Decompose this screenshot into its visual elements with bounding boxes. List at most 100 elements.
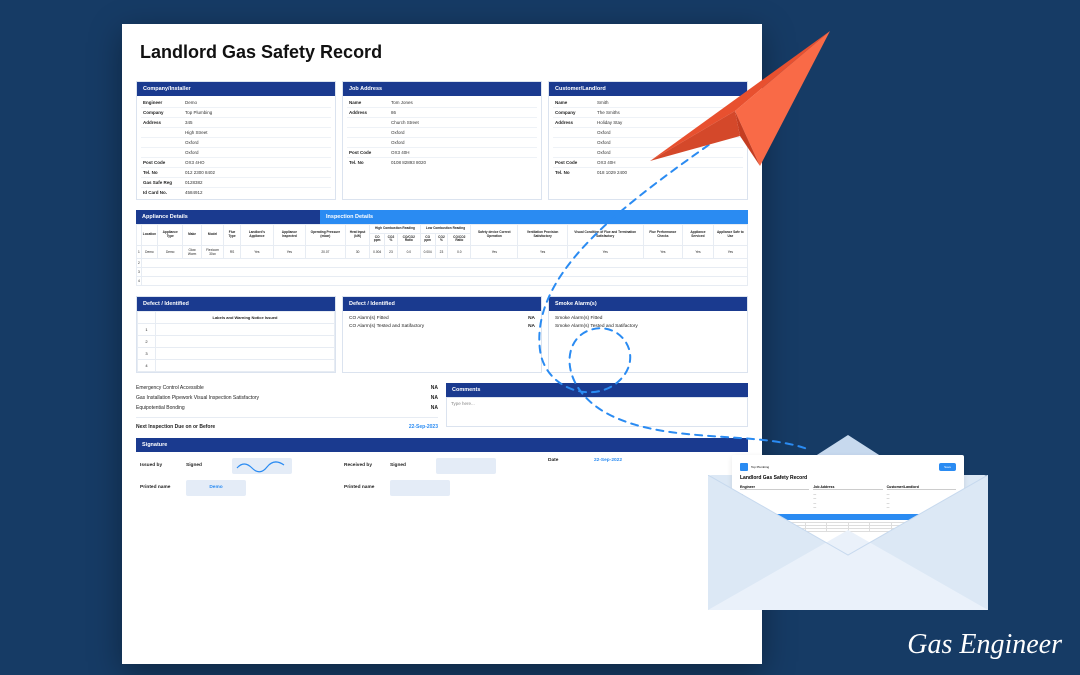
td: Yes <box>240 245 273 258</box>
signed-label: Signed <box>186 463 226 468</box>
th: Appliance Type <box>158 225 183 246</box>
defect-header: Defect / Identified <box>137 297 335 311</box>
value: The Smiths <box>597 110 620 115</box>
label: Post Code <box>349 150 391 155</box>
issued-by-label: Issued by <box>140 463 180 468</box>
label: Name <box>555 100 597 105</box>
summary-block: Emergency Control AccessibleNA Gas Insta… <box>136 383 748 430</box>
td: Yes <box>683 245 714 258</box>
value: Oxford <box>391 140 405 145</box>
label: CO Alarm(s) Tested and Satifactory <box>349 323 424 332</box>
label <box>143 140 185 145</box>
value: Oxford <box>597 150 611 155</box>
comments-input[interactable]: Type here... <box>446 397 748 427</box>
td: Yes <box>518 245 567 258</box>
label <box>349 130 391 135</box>
th: Location <box>141 225 157 246</box>
value: 0128382 <box>185 180 203 185</box>
td: 4 <box>138 359 156 371</box>
label: CO Alarm(s) Fitted <box>349 315 389 324</box>
received-by-label: Received by <box>344 463 384 468</box>
value: OX3 40H <box>597 160 616 165</box>
td: 0.0 <box>448 245 471 258</box>
printed-name-label: Printed name <box>344 485 384 490</box>
company-installer-card: Company/Installer EngineerDemo CompanyTo… <box>136 81 336 200</box>
job-address-body: NameTom Jones Address86 Church Street Ox… <box>343 96 541 169</box>
th: Make <box>183 225 202 246</box>
appliance-details-header: Appliance Details <box>136 210 320 224</box>
td: Yes <box>713 245 747 258</box>
td: 30 <box>345 245 369 258</box>
label: Engineer <box>143 100 185 105</box>
received-by-col: Received by Signed Printed name <box>344 458 540 502</box>
td: Yes <box>471 245 518 258</box>
paper-plane-icon <box>640 16 840 176</box>
th: Appliance Inspected <box>273 225 305 246</box>
value: Smith <box>597 100 609 105</box>
next-inspection-date: 22-Sep-2023 <box>409 424 438 430</box>
date-value: 22-Sep-2022 <box>594 458 622 463</box>
th: Appliance Serviced <box>683 225 714 246</box>
value: 86 <box>391 110 396 115</box>
th: Safety device Correct Operation <box>471 225 518 246</box>
inspection-details-header: Inspection Details <box>320 210 748 224</box>
value: Oxford <box>185 150 199 155</box>
label <box>555 130 597 135</box>
label <box>143 130 185 135</box>
appliance-inspection-headers: Appliance Details Inspection Details <box>136 210 748 224</box>
table-row: 4 <box>137 276 748 285</box>
label: Company <box>555 110 597 115</box>
value: 0108 82893 8020 <box>391 160 426 165</box>
label: Tel. No <box>555 170 597 175</box>
value: OX3 4HO <box>185 160 205 165</box>
value: OX3 40H <box>391 150 410 155</box>
th: Landlord's Appliance <box>240 225 273 246</box>
td: 0.004 <box>420 245 435 258</box>
label: Tel. No <box>143 170 185 175</box>
td: 20.07 <box>305 245 345 258</box>
th: Labels and Warning Notice Issued <box>156 311 335 323</box>
label: Address <box>555 120 597 125</box>
table-row: 2 <box>137 258 748 267</box>
th: CO/CO2 Ratio <box>397 233 420 245</box>
th: Flue Performance Checks <box>643 225 683 246</box>
table-row: 1 Demo Demo Glow Worm Flexicom 30cx RS Y… <box>137 245 748 258</box>
value: Oxford <box>597 140 611 145</box>
label: Company <box>143 110 185 115</box>
td: 0.0 <box>397 245 420 258</box>
printed-name-label: Printed name <box>140 485 180 490</box>
mini-logo: Top Plumbing <box>740 463 956 471</box>
label: Address <box>349 110 391 115</box>
td: 23 <box>385 245 398 258</box>
value: NA <box>528 315 535 324</box>
value: NA <box>431 395 438 401</box>
th: High Combustion Reading <box>370 225 421 234</box>
company-installer-body: EngineerDemo CompanyTop Plumbing Address… <box>137 96 335 199</box>
label: Smoke Alarm(s) Tested and Satifactory <box>555 323 638 332</box>
th: Heat Input (kW) <box>345 225 369 246</box>
label: Equipotential Bonding <box>136 405 185 411</box>
td: Yes <box>567 245 643 258</box>
label: Gas Safe Reg <box>143 180 185 185</box>
defect-alarm-row: Defect / Identified Labels and Warning N… <box>136 296 748 373</box>
appliance-inspection-table: Location Appliance Type Make Model Flue … <box>136 224 748 286</box>
value: Church Street <box>391 120 419 125</box>
label: Post Code <box>555 160 597 165</box>
value: NA <box>431 405 438 411</box>
label <box>143 150 185 155</box>
mini-table <box>740 522 956 532</box>
th: CO ppm <box>420 233 435 245</box>
brand-logo-text: Gas Engineer <box>907 629 1062 661</box>
company-installer-header: Company/Installer <box>137 82 335 96</box>
envelope-document-preview: Top Plumbing Save Landlord Gas Safety Re… <box>732 455 964 585</box>
value: 018 1029 2400 <box>597 170 627 175</box>
signed-label: Signed <box>390 463 430 468</box>
mini-section-header <box>740 514 956 520</box>
value: Top Plumbing <box>185 110 212 115</box>
th: CO2 % <box>385 233 398 245</box>
value: 012 2300 8402 <box>185 170 215 175</box>
value: Holiday Stay <box>597 120 622 125</box>
printed-name-box-empty <box>390 480 450 496</box>
label: Post Code <box>143 160 185 165</box>
mini-brand: Top Plumbing <box>751 465 769 469</box>
